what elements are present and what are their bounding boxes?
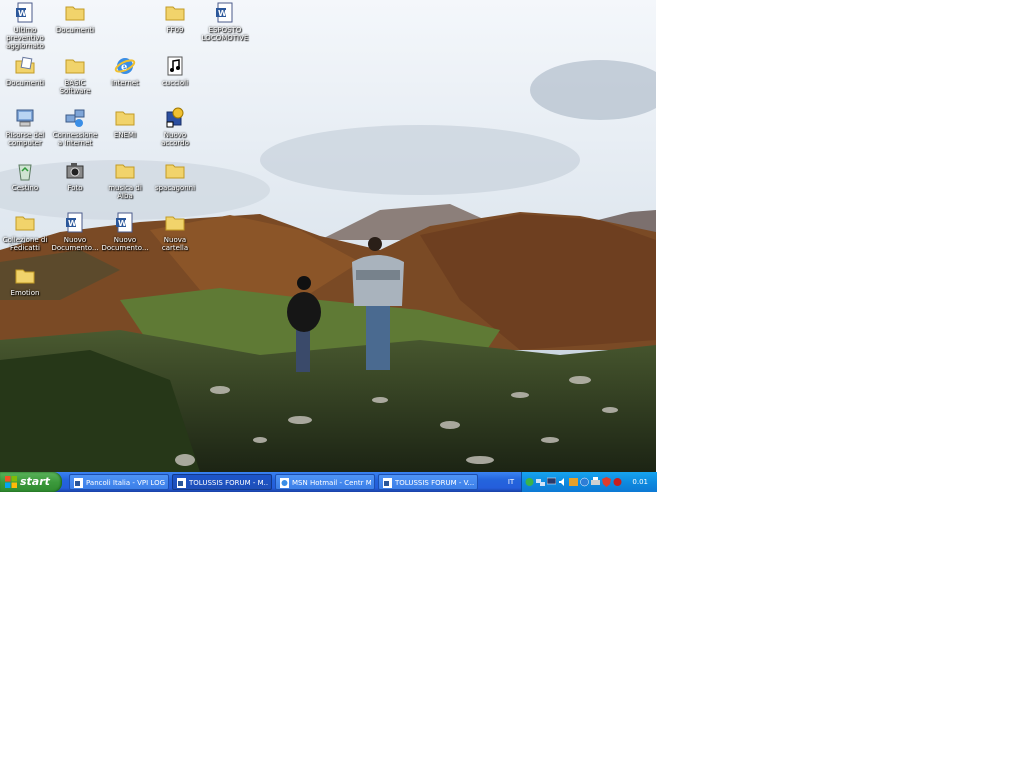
desktop-icon-label: musica di Alba [108, 184, 142, 200]
desktop-icon-label: ENEMI [113, 131, 137, 139]
desktop-icon-label: Nuova cartella [161, 236, 189, 252]
alert-icon[interactable] [613, 477, 622, 487]
my-documents-icon [15, 56, 35, 74]
recycle-bin-icon [18, 164, 32, 181]
folder-icon [165, 216, 185, 231]
desktop-icon-nuovo-documento-1[interactable]: W Nuovo Documento... [50, 212, 100, 252]
desktop-icon-esposto[interactable]: W ESPOSTO LOCOMOTIVE [200, 2, 250, 42]
windows-logo-icon [5, 476, 17, 488]
network-connection-icon [65, 109, 85, 127]
desktop-icon-label: Risorse del computer [5, 131, 45, 147]
desktop-icon-foto[interactable]: Foto [50, 160, 100, 192]
word-document-icon [74, 478, 83, 488]
desktop-icon-label: Nuovo Documento... [101, 236, 149, 252]
word-document-icon: W [216, 2, 233, 23]
monitor-icon[interactable] [547, 477, 556, 487]
printer-icon[interactable] [591, 477, 600, 487]
desktop-icon-label: Collezione di Fedicatti [2, 236, 48, 252]
desktop-icon-collezione[interactable]: Collezione di Fedicatti [0, 212, 50, 252]
desktop-icon-label: spacagonni [154, 184, 196, 192]
start-label: start [20, 475, 50, 488]
desktop[interactable]: W Ultimo preventivo aggiornato Documenti… [0, 0, 656, 472]
taskbar-button-tolussis-2[interactable]: TOLUSSIS FORUM - V... [378, 474, 478, 490]
taskbar-button-pancoli[interactable]: Pancoli Italia - VPI LOG... [69, 474, 169, 490]
desktop-icon-nuova-cartella[interactable]: Nuova cartella [150, 212, 200, 252]
word-document-icon: W [116, 212, 133, 233]
taskbar-button-label: Pancoli Italia - VPI LOG... [86, 479, 165, 487]
security-icon[interactable] [602, 477, 611, 487]
desktop-icon-label: Connessione a Internet [52, 131, 98, 147]
antivirus-icon[interactable] [569, 477, 578, 487]
taskbar-button-label: TOLUSSIS FORUM - V... [395, 479, 474, 487]
svg-text:W: W [18, 9, 27, 18]
svg-text:W: W [118, 219, 127, 228]
taskbar: start Pancoli Italia - VPI LOG... TOLUSS… [0, 472, 657, 492]
folder-icon [165, 6, 185, 21]
desktop-icon-cuccioli[interactable]: cuccioli [150, 55, 200, 87]
desktop-icon-label: Foto [67, 184, 83, 192]
desktop-icon-label: Nuovo Documento... [51, 236, 99, 252]
word-document-icon: W [66, 212, 83, 233]
desktop-icon-label: Nuovo accordo [161, 131, 189, 147]
desktop-icon-cestino[interactable]: Cestino [0, 160, 50, 192]
desktop-icon-label: ESPOSTO LOCOMOTIVE [201, 26, 249, 42]
desktop-icon-label: Cestino [11, 184, 39, 192]
folder-icon [15, 269, 35, 284]
svg-text:e: e [121, 62, 127, 73]
svg-text:W: W [218, 9, 227, 18]
desktop-icon-label: cuccioli [161, 79, 189, 87]
desktop-icon-label: Ultimo preventivo aggiornato [6, 26, 44, 50]
taskbar-button-label: MSN Hotmail - Centr M... [292, 479, 371, 487]
desktop-icon-connessione-internet[interactable]: Connessione a Internet [50, 107, 100, 147]
folder-icon [65, 6, 85, 21]
folder-icon [65, 59, 85, 74]
desktop-icon-documenti-folder[interactable]: Documenti [50, 2, 100, 34]
clock[interactable]: 0.01 [632, 472, 648, 492]
messenger-icon[interactable] [525, 477, 534, 487]
word-document-icon [383, 478, 392, 488]
language-indicator[interactable]: IT [504, 472, 518, 492]
folder-icon [15, 216, 35, 231]
folder-icon [165, 164, 185, 179]
desktop-icon-label: BASIC Software [59, 79, 91, 95]
desktop-icon-musica-alba[interactable]: musica di Alba [100, 160, 150, 200]
music-file-icon [167, 56, 183, 76]
desktop-icon-emotion[interactable]: Emotion [0, 265, 50, 297]
camera-icon [66, 163, 84, 179]
browser-window-icon [280, 478, 289, 488]
desktop-icon-nuovo-documento-2[interactable]: W Nuovo Documento... [100, 212, 150, 252]
desktop-icon-label: Documenti [55, 26, 95, 34]
desktop-icon-label: Emotion [10, 289, 40, 297]
network-icon[interactable] [536, 477, 545, 487]
desktop-icon-ff09[interactable]: FF09 [150, 2, 200, 34]
taskbar-button-tolussis-1[interactable]: TOLUSSIS FORUM - M... [172, 474, 272, 490]
word-document-icon [177, 478, 186, 488]
desktop-icon-enemi[interactable]: ENEMI [100, 107, 150, 139]
svg-text:W: W [68, 219, 77, 228]
my-computer-icon [16, 109, 34, 127]
desktop-icon-label: Internet [111, 79, 139, 87]
desktop-icon-spacagonni[interactable]: spacagonni [150, 160, 200, 192]
taskbar-button-label: TOLUSSIS FORUM - M... [189, 479, 268, 487]
desktop-icon-nuovo-accordo[interactable]: Nuovo accordo [150, 107, 200, 147]
desktop-icon-documenti[interactable]: Documenti [0, 55, 50, 87]
word-document-icon: W [16, 2, 33, 23]
desktop-icon-basic-software[interactable]: BASIC Software [50, 55, 100, 95]
shortcut-program-icon [166, 107, 184, 128]
speaker-icon[interactable] [558, 477, 567, 487]
folder-icon [115, 111, 135, 126]
update-icon[interactable] [580, 477, 589, 487]
internet-explorer-icon: e [114, 58, 136, 74]
system-tray: 0.01 [521, 472, 657, 492]
desktop-icon-label: FF09 [166, 26, 184, 34]
desktop-icon-risorse-computer[interactable]: Risorse del computer [0, 107, 50, 147]
folder-icon [115, 164, 135, 179]
taskbar-button-hotmail[interactable]: MSN Hotmail - Centr M... [275, 474, 375, 490]
desktop-icon-label: Documenti [5, 79, 45, 87]
desktop-icon-internet[interactable]: e Internet [100, 55, 150, 87]
desktop-icon-ultimo-preventivo[interactable]: W Ultimo preventivo aggiornato [0, 2, 50, 50]
start-button[interactable]: start [0, 472, 62, 492]
